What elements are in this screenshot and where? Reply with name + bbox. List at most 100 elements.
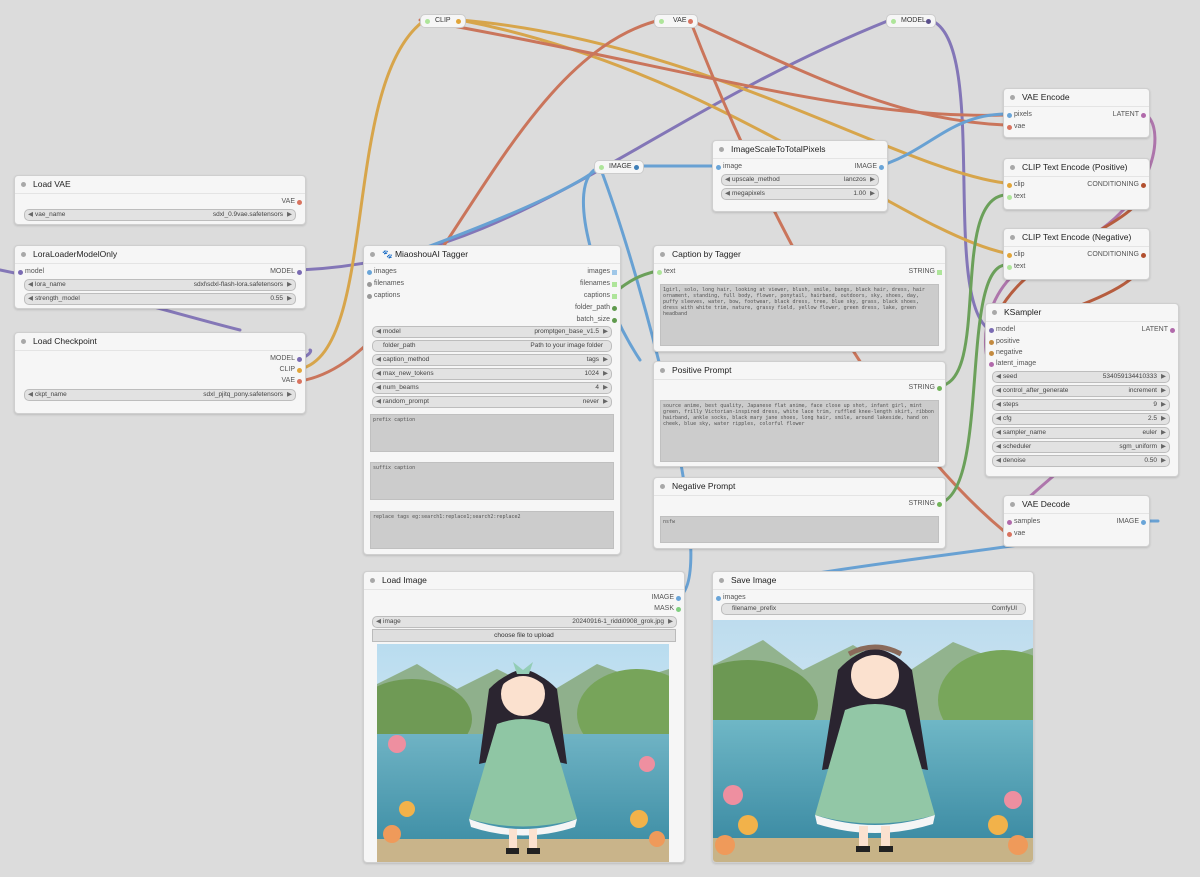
arrow-left-icon[interactable]: ◀ [996,372,1001,382]
input-images[interactable]: images [716,593,746,603]
slot-dot[interactable] [612,293,617,299]
widget-ckpt-name[interactable]: ◀ ckpt_name sdxl_pjitq_pony.safetensors ▶ [24,389,296,401]
output-conditioning[interactable]: CONDITIONING [1087,180,1146,190]
slot-dot[interactable] [716,595,721,601]
output-clip[interactable]: CLIP [279,365,302,375]
arrow-right-icon[interactable]: ▶ [1161,428,1166,438]
output-model[interactable]: MODEL [270,267,302,277]
slot-dot[interactable] [657,269,662,275]
widget-megapixels[interactable]: ◀ megapixels 1.00 ▶ [721,188,879,200]
slot-dot[interactable] [297,269,302,275]
node-title[interactable]: LoraLoaderModelOnly [15,246,305,264]
reroute-in-dot[interactable] [425,18,430,24]
slot-dot[interactable] [937,501,942,507]
slot-dot[interactable] [1007,182,1012,188]
widget-scheduler[interactable]: ◀ scheduler sgm_uniform ▶ [992,441,1170,453]
reroute-image[interactable]: IMAGE [594,160,644,174]
input-latent-image[interactable]: latent_image [989,359,1036,369]
choose-file-button[interactable]: choose file to upload [372,629,676,642]
arrow-right-icon[interactable]: ▶ [603,397,608,407]
slot-dot[interactable] [612,281,617,287]
arrow-right-icon[interactable]: ▶ [287,390,292,400]
node-vae-encode[interactable]: VAE Encode pixels vae LATENT [1003,88,1150,138]
reroute-out-dot[interactable] [688,18,693,24]
slot-dot[interactable] [297,356,302,362]
widget-filename-prefix[interactable]: filename_prefix ComfyUI [721,603,1026,615]
input-negative[interactable]: negative [989,348,1022,358]
input-positive[interactable]: positive [989,337,1020,347]
arrow-right-icon[interactable]: ▶ [1161,414,1166,424]
widget-folder-path[interactable]: folder_path Path to your image folder [372,340,612,352]
slot-dot[interactable] [297,378,302,384]
output-filenames[interactable]: filenames [580,279,617,289]
node-graph-canvas[interactable]: CLIP VAE MODEL IMAGE Load VAE VAE ◀ vae_n… [0,0,1200,877]
slot-dot[interactable] [1141,519,1146,525]
arrow-right-icon[interactable]: ▶ [603,355,608,365]
input-images[interactable]: images [367,267,397,277]
reroute-out-dot[interactable] [456,18,461,24]
node-title[interactable]: Load Image [364,572,684,590]
node-save-image[interactable]: Save Image images filename_prefix ComfyUI [712,571,1034,863]
widget-denoise[interactable]: ◀ denoise 0.50 ▶ [992,455,1170,467]
arrow-right-icon[interactable]: ▶ [668,617,673,627]
arrow-left-icon[interactable]: ◀ [376,397,381,407]
collapse-dot-icon[interactable] [992,310,997,315]
slot-dot[interactable] [1170,327,1175,333]
slot-dot[interactable] [297,199,302,205]
input-image[interactable]: image [716,162,742,172]
slot-dot[interactable] [1007,124,1012,130]
slot-dot[interactable] [367,281,372,287]
arrow-right-icon[interactable]: ▶ [603,369,608,379]
node-title[interactable]: VAE Encode [1004,89,1149,107]
node-vae-decode[interactable]: VAE Decode samples vae IMAGE [1003,495,1150,547]
node-clip-encode-positive[interactable]: CLIP Text Encode (Positive) clip text CO… [1003,158,1150,210]
arrow-left-icon[interactable]: ◀ [376,617,381,627]
input-filenames[interactable]: filenames [367,279,404,289]
slot-dot[interactable] [937,269,942,275]
arrow-right-icon[interactable]: ▶ [1161,456,1166,466]
output-mask[interactable]: MASK [654,604,681,614]
slot-dot[interactable] [1007,252,1012,258]
prefix-caption-input[interactable]: prefix caption [370,414,614,452]
arrow-left-icon[interactable]: ◀ [996,428,1001,438]
slot-dot[interactable] [1141,252,1146,258]
input-clip[interactable]: clip [1007,250,1025,260]
reroute-model[interactable]: MODEL [886,14,936,28]
arrow-right-icon[interactable]: ▶ [603,327,608,337]
output-latent[interactable]: LATENT [1113,110,1146,120]
output-image[interactable]: IMAGE [651,593,681,603]
input-text[interactable]: text [1007,192,1025,202]
output-folder-path[interactable]: folder_path [575,303,617,313]
slot-dot[interactable] [879,164,884,170]
node-caption-by-tagger[interactable]: Caption by Tagger text STRING 1girl, sol… [653,245,946,352]
collapse-dot-icon[interactable] [21,252,26,257]
node-miaoshouai-tagger[interactable]: 🐾 MiaoshouAI Tagger images filenames cap… [363,245,621,555]
caption-text-display[interactable]: 1girl, solo, long hair, looking at viewe… [660,284,939,346]
output-captions[interactable]: captions [584,291,617,301]
arrow-left-icon[interactable]: ◀ [376,383,381,393]
arrow-right-icon[interactable]: ▶ [1161,372,1166,382]
arrow-right-icon[interactable]: ▶ [287,280,292,290]
widget-model[interactable]: ◀ model promptgen_base_v1.5 ▶ [372,326,612,338]
slot-dot[interactable] [1007,194,1012,200]
slot-dot[interactable] [1141,112,1146,118]
node-positive-prompt[interactable]: Positive Prompt STRING source anime, bes… [653,361,946,467]
widget-lora-name[interactable]: ◀ lora_name sdxl\sdxl-flash-lora.safetenso… [24,279,296,291]
input-vae[interactable]: vae [1007,529,1025,539]
arrow-left-icon[interactable]: ◀ [28,210,33,220]
widget-cfg[interactable]: ◀ cfg 2.5 ▶ [992,413,1170,425]
arrow-left-icon[interactable]: ◀ [28,390,33,400]
arrow-right-icon[interactable]: ▶ [1161,442,1166,452]
reroute-in-dot[interactable] [599,164,604,170]
slot-dot[interactable] [1007,264,1012,270]
input-pixels[interactable]: pixels [1007,110,1032,120]
input-vae[interactable]: vae [1007,122,1025,132]
slot-dot[interactable] [989,327,994,333]
reroute-in-dot[interactable] [659,18,664,24]
slot-dot[interactable] [297,367,302,373]
input-text[interactable]: text [657,267,675,277]
node-load-image[interactable]: Load Image IMAGE MASK ◀ image 20240916-1_r… [363,571,685,863]
arrow-left-icon[interactable]: ◀ [996,400,1001,410]
output-model[interactable]: MODEL [270,354,302,364]
node-title[interactable]: 🐾 MiaoshouAI Tagger [364,246,620,264]
